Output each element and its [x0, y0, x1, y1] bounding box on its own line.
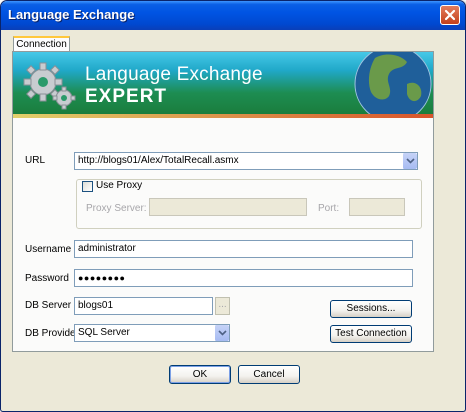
db-server-input[interactable]: blogs01: [74, 297, 213, 315]
banner-subtitle: EXPERT: [85, 86, 168, 107]
url-label: URL: [25, 155, 46, 166]
proxy-port-input[interactable]: [349, 198, 405, 216]
test-connection-button[interactable]: Test Connection: [330, 325, 412, 343]
proxy-server-input[interactable]: [149, 198, 307, 216]
username-input[interactable]: administrator: [74, 240, 413, 258]
dialog-window: Language Exchange Connection Language Ex…: [0, 0, 466, 412]
password-input[interactable]: ●●●●●●●●: [74, 269, 413, 287]
url-combobox[interactable]: http://blogs01/Alex/TotalRecall.asmx: [74, 152, 418, 170]
title-bar[interactable]: Language Exchange: [1, 1, 465, 30]
db-server-label: DB Server: [25, 300, 72, 311]
ok-button[interactable]: OK: [169, 365, 231, 384]
banner: Language Exchange EXPERT: [13, 52, 433, 118]
globe-icon: [354, 52, 432, 118]
window-title: Language Exchange: [8, 7, 135, 22]
proxy-port-label: Port:: [318, 203, 340, 214]
gears-icon: [23, 62, 76, 110]
db-provider-label: DB Provider: [25, 328, 79, 339]
banner-stripe: [13, 114, 433, 118]
chevron-down-icon: [218, 330, 227, 336]
banner-title: Language Exchange: [85, 64, 263, 85]
db-provider-dropdown-button[interactable]: [214, 325, 229, 341]
url-dropdown-button[interactable]: [402, 153, 417, 169]
use-proxy-label[interactable]: Use Proxy: [96, 180, 142, 191]
db-provider-combobox[interactable]: SQL Server: [74, 324, 230, 342]
tab-connection[interactable]: Connection: [13, 36, 70, 52]
use-proxy-checkbox[interactable]: [82, 181, 93, 192]
connection-panel: Language Exchange EXPERT URL http://blog…: [12, 51, 434, 352]
url-value: http://blogs01/Alex/TotalRecall.asmx: [78, 155, 239, 166]
db-provider-value: SQL Server: [78, 327, 130, 338]
close-button[interactable]: [440, 5, 460, 25]
close-icon: [444, 9, 456, 21]
username-label: Username: [25, 244, 72, 255]
cancel-button[interactable]: Cancel: [238, 365, 300, 384]
chevron-down-icon: [406, 158, 415, 164]
proxy-groupbox-header: Use Proxy: [81, 180, 143, 193]
password-label: Password: [25, 273, 69, 284]
proxy-server-label: Proxy Server:: [86, 203, 147, 214]
db-server-browse-button[interactable]: ...: [215, 297, 230, 315]
sessions-button[interactable]: Sessions...: [330, 300, 412, 318]
